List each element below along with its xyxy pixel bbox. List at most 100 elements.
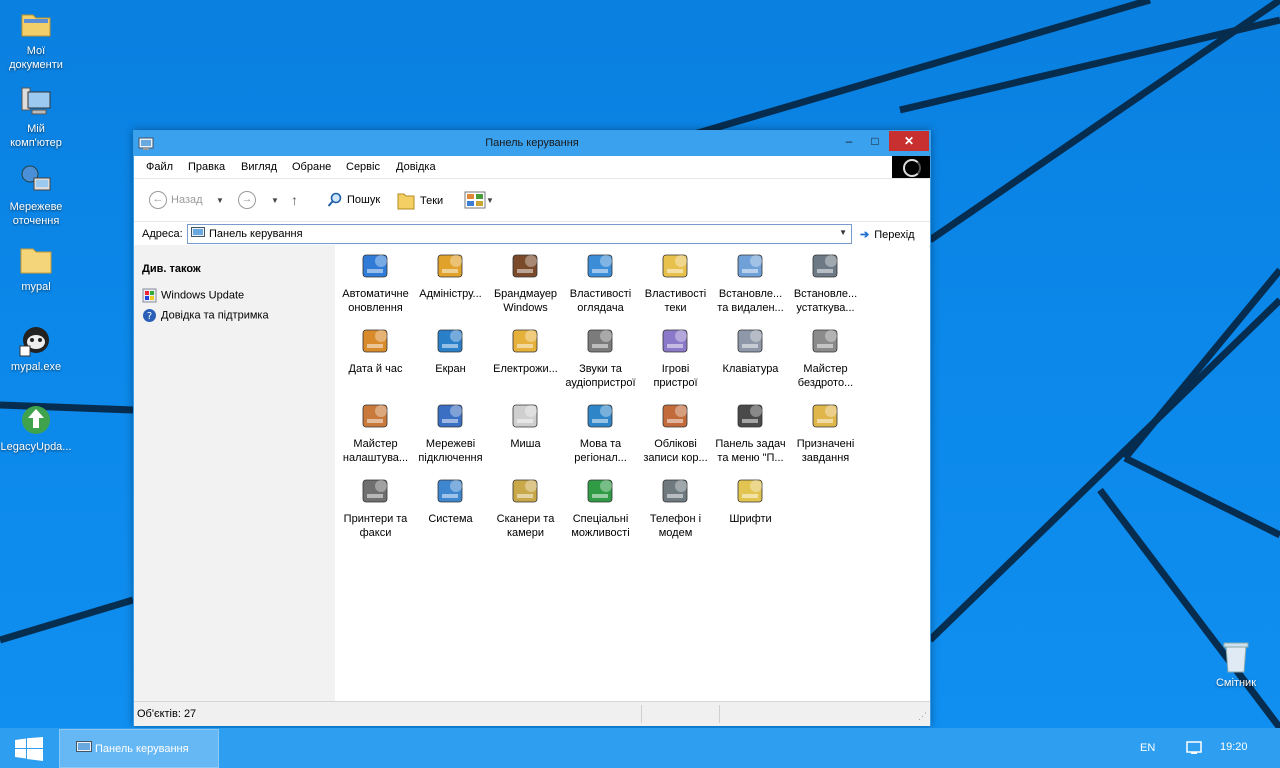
firewall-icon [512,254,537,278]
item-label-line1: Брандмауер [493,288,558,300]
network-connections-icon [437,404,462,428]
forward-button[interactable]: → [238,191,260,210]
control-panel-item[interactable]: Майстер налаштува... [338,399,413,465]
control-panel-item[interactable]: Автоматичне оновлення [338,249,413,315]
desktop-icon-mypal-exe[interactable]: mypal.exe [0,322,72,374]
control-panel-item[interactable]: Призначені завдання [788,399,863,465]
regional-icon [587,404,612,428]
item-label-line2: налаштува... [342,452,409,464]
accessibility-icon [587,479,612,503]
control-panel-item[interactable]: Майстер бездрото... [788,324,863,390]
back-history-dropdown[interactable]: ▼ [216,191,224,209]
control-panel-window: Панель керування – □ ✕ Файл Правка Вигля… [133,130,931,726]
control-panel-item[interactable]: Ігрові пристрої [638,324,713,390]
control-panel-item[interactable]: Сканери та камери [488,474,563,540]
control-panel-item[interactable]: Спеціальні можливості [563,474,638,540]
desktop-icon-label: LegacyUpda... [0,441,72,453]
control-panel-item[interactable]: Адміністру... [413,249,488,301]
status-bar: Об'єктів: 27 ⋰ [134,701,930,726]
control-panel-item[interactable]: Екран [413,324,488,376]
desktop-icon-my-computer[interactable]: Мій комп'ютер [0,84,72,150]
control-panel-item[interactable]: Звуки та аудіопристрої [563,324,638,390]
control-panel-item[interactable]: Дата й час [338,324,413,376]
menu-help[interactable]: Довідка [396,161,436,173]
item-label-line1: Мережеві [425,438,476,450]
menu-favorites[interactable]: Обране [292,161,331,173]
desktop-icon-network[interactable]: Мережеве оточення [0,162,72,228]
mouse-icon [512,404,537,428]
folder-icon [397,193,415,210]
chevron-down-icon: ▼ [486,196,494,205]
control-panel-item[interactable]: Принтери та факси [338,474,413,540]
control-panel-item[interactable]: Система [413,474,488,526]
link-help-support[interactable]: ? Довідка та підтримка [142,308,269,323]
network-setup-icon [362,404,387,428]
item-label-line1: Облікові [654,438,697,450]
search-button[interactable]: Пошук [327,191,380,209]
wireless-wizard-icon [812,329,837,353]
item-label-line1: Майстер [803,363,848,375]
address-input[interactable]: Панель керування ▼ [187,224,852,244]
control-panel-icon [76,741,92,752]
control-panel-item[interactable]: Встановле... та видален... [713,249,788,315]
item-label-line1: Телефон і [649,513,702,525]
control-panel-item[interactable]: Брандмауер Windows [488,249,563,315]
menu-tools[interactable]: Сервіс [346,161,380,173]
desktop-icon-my-documents[interactable]: Мої документи [0,6,72,72]
menu-file[interactable]: Файл [146,161,173,173]
back-button[interactable]: ← Назад [149,191,203,210]
menu-edit[interactable]: Правка [188,161,225,173]
item-label-line2: пристрої [653,377,698,389]
clock[interactable]: 19:20 [1220,741,1248,753]
language-indicator[interactable]: EN [1140,742,1155,754]
close-button[interactable]: ✕ [889,131,929,151]
control-panel-item[interactable]: Електрожи... [488,324,563,376]
link-windows-update[interactable]: Windows Update [142,288,244,303]
chevron-down-icon[interactable]: ▼ [839,228,847,237]
views-button[interactable]: ▼ [464,191,494,209]
up-button[interactable]: ↑ [291,191,298,209]
admin-tools-icon [437,254,462,278]
game-controller-icon [662,329,687,353]
desktop-icon-mypal-folder[interactable]: mypal [0,242,72,294]
desktop-icon-legacy-update[interactable]: LegacyUpda... [0,402,72,454]
control-panel-item[interactable]: Облікові записи кор... [638,399,713,465]
maximize-button[interactable]: □ [862,131,888,151]
update-icon [22,406,50,434]
taskbar-button-control-panel[interactable]: Панель керування [59,729,219,768]
back-arrow-icon: ← [149,191,167,210]
forward-history-dropdown[interactable]: ▼ [271,191,279,209]
control-panel-item[interactable]: Властивості теки [638,249,713,315]
chevron-down-icon: ▼ [216,196,224,205]
control-panel-item[interactable]: Властивості оглядача [563,249,638,315]
item-label-line1: Миша [510,438,541,450]
control-panel-item[interactable]: Панель задач та меню "П... [713,399,788,465]
desktop-icon-label: Мої документи [9,45,63,71]
activity-throbber [892,156,930,178]
network-tray-icon[interactable] [1186,740,1204,756]
internet-options-icon [587,254,612,278]
control-panel-item[interactable]: Клавіатура [713,324,788,376]
chevron-down-icon: ▼ [271,196,279,205]
control-panel-item[interactable]: Шрифти [713,474,788,526]
control-panel-item[interactable]: Миша [488,399,563,451]
control-panel-item[interactable]: Телефон і модем [638,474,713,540]
resize-grip-icon[interactable]: ⋰ [918,711,927,722]
minimize-button[interactable]: – [836,131,862,151]
item-label-line1: Властивості [569,288,632,300]
up-arrow-icon: ↑ [291,192,298,208]
control-panel-item[interactable]: Встановле... устаткува... [788,249,863,315]
control-panel-item[interactable]: Мова та регіонал... [563,399,638,465]
desktop-icon-label: Мій комп'ютер [10,123,62,149]
title-bar[interactable]: Панель керування – □ ✕ [134,131,930,156]
control-panel-item[interactable]: Мережеві підключення [413,399,488,465]
go-button[interactable]: ➔ Перехід [860,228,915,241]
item-label-line1: Панель задач [715,438,786,450]
address-value: Панель керування [209,228,303,240]
search-icon [327,192,342,207]
desktop-icon-recycle-bin[interactable]: Смітник [1206,640,1266,689]
phone-modem-icon [662,479,687,503]
menu-view[interactable]: Вигляд [241,161,277,173]
folders-button[interactable]: Теки [396,191,443,210]
start-button[interactable] [14,737,44,761]
